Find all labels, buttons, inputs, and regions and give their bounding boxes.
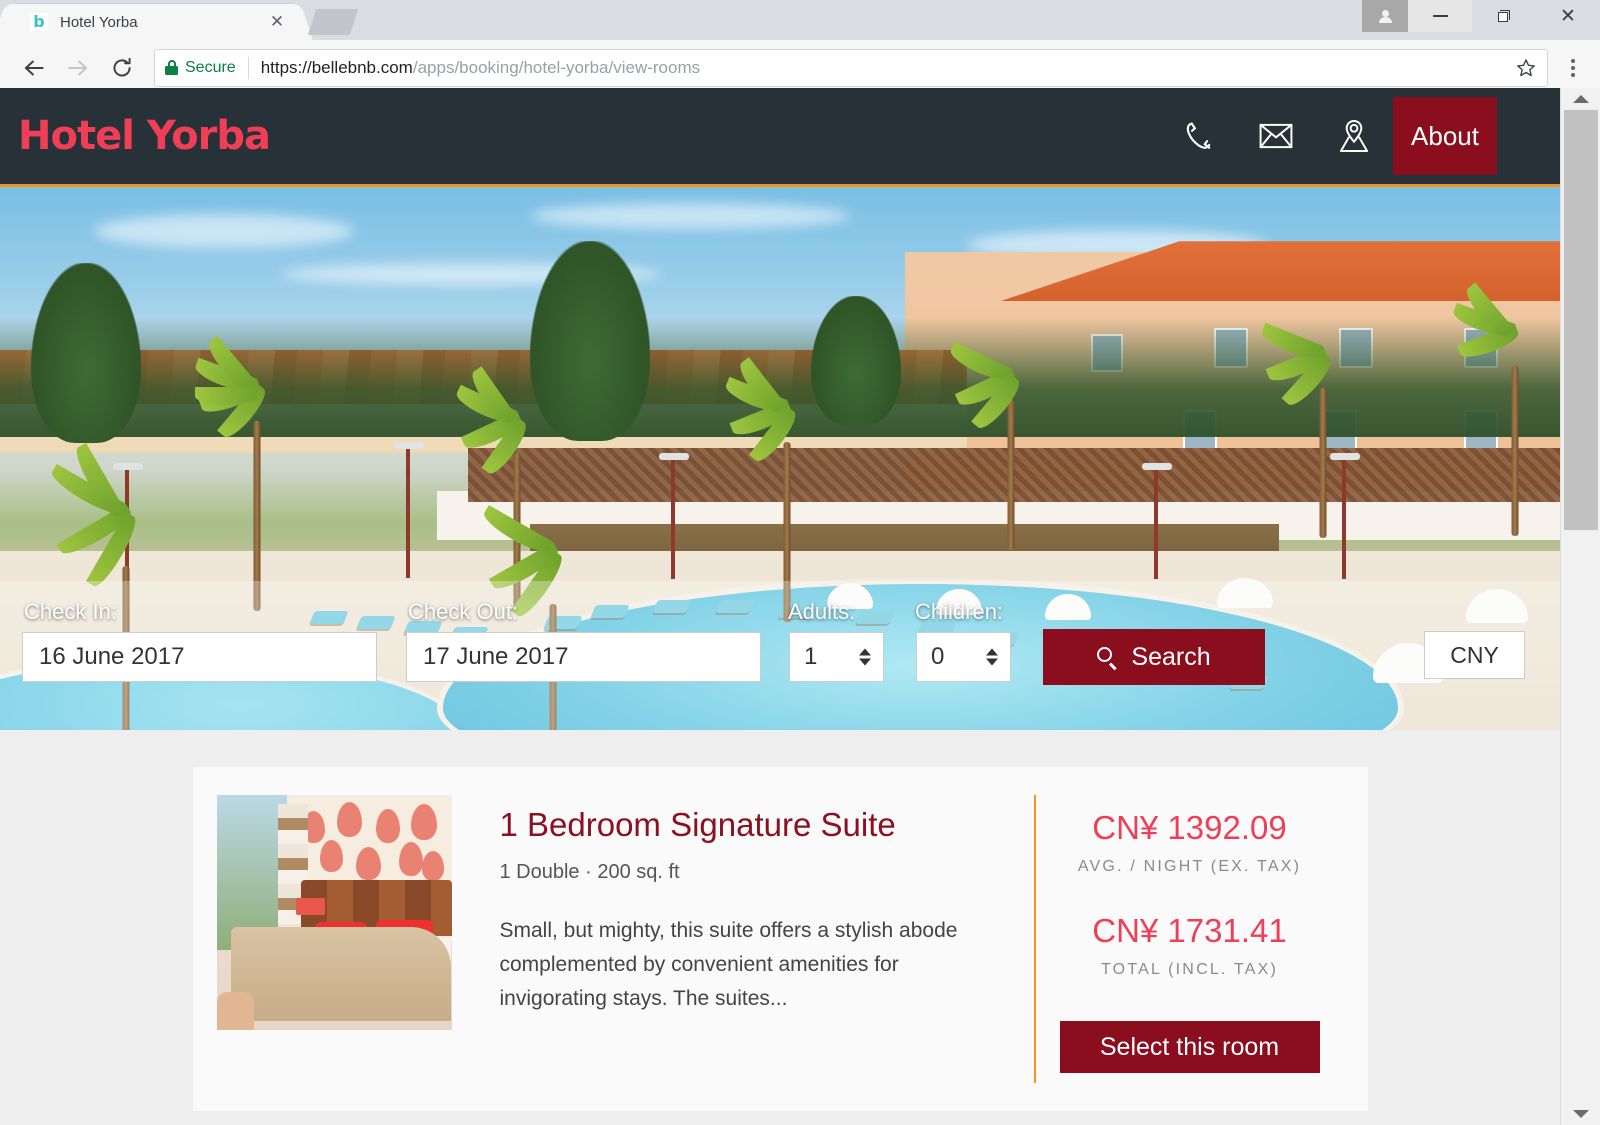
room-meta: 1 Double · 200 sq. ft xyxy=(499,861,680,884)
close-tab-icon[interactable]: ✕ xyxy=(266,13,288,31)
scroll-down-button[interactable] xyxy=(1561,1103,1600,1125)
booking-search-bar: Check In: 16 June 2017 Check Out: 17 Jun… xyxy=(0,581,1560,730)
url-domain: https://bellebnb.com xyxy=(260,57,413,77)
search-button-label: Search xyxy=(1131,642,1211,671)
back-button[interactable] xyxy=(12,46,56,90)
address-bar[interactable]: Secure https://bellebnb.com/apps/booking… xyxy=(154,48,1548,87)
back-arrow-icon xyxy=(24,60,44,75)
site-header: Hotel Yorba About xyxy=(0,88,1560,184)
palm-tree xyxy=(936,341,1086,550)
page-content: Hotel Yorba About Check In: 16 June 2017… xyxy=(0,88,1560,1125)
close-window-icon: ✕ xyxy=(1560,4,1576,27)
checkout-label: Check Out: xyxy=(408,599,519,624)
children-spinner-icon[interactable] xyxy=(986,648,998,666)
price-total-label: TOTAL (INCL. TAX) xyxy=(1101,961,1278,978)
room-details: 1 Bedroom Signature Suite 1 Double · 200… xyxy=(452,795,1034,1083)
mail-icon xyxy=(1259,123,1293,149)
phone-icon xyxy=(1186,122,1211,149)
room-pricing: CN¥ 1392.09 AVG. / NIGHT (EX. TAX) CN¥ 1… xyxy=(1033,795,1344,1083)
menu-dot xyxy=(1571,72,1575,77)
email-link[interactable] xyxy=(1237,121,1315,151)
palm-tree xyxy=(1248,322,1398,539)
site-logo[interactable]: Hotel Yorba xyxy=(18,116,271,156)
search-icon xyxy=(1097,647,1118,670)
pine-tree xyxy=(31,263,142,444)
room-title[interactable]: 1 Bedroom Signature Suite xyxy=(500,806,1008,843)
profile-button[interactable] xyxy=(1362,0,1408,32)
adults-label: Adults: xyxy=(788,599,856,624)
restore-icon xyxy=(1498,10,1510,22)
children-label: Children: xyxy=(915,599,1004,624)
maximize-button[interactable] xyxy=(1472,0,1536,32)
cloud xyxy=(93,214,354,249)
currency-select[interactable]: CNY xyxy=(1424,631,1525,679)
lamp-post xyxy=(658,452,689,579)
coral-motif xyxy=(375,809,400,844)
bed xyxy=(230,926,452,1021)
price-per-night-label: AVG. / NIGHT (EX. TAX) xyxy=(1077,858,1302,875)
minimize-icon xyxy=(1432,15,1448,17)
room-thumbnail[interactable] xyxy=(216,795,452,1030)
location-pin-icon xyxy=(1339,119,1369,153)
forward-arrow-icon xyxy=(68,60,88,75)
price-per-night: CN¥ 1392.09 xyxy=(1092,809,1287,846)
tab-strip: b Hotel Yorba ✕ ✕ xyxy=(0,0,1600,40)
window-controls: ✕ xyxy=(1362,0,1600,40)
lock-icon xyxy=(165,60,178,75)
search-button[interactable]: Search xyxy=(1043,629,1265,685)
armchair xyxy=(216,992,255,1030)
forward-button[interactable] xyxy=(56,46,100,90)
profile-avatar-icon xyxy=(1362,0,1408,32)
room-description: Small, but mighty, this suite offers a s… xyxy=(499,919,958,1011)
chevron-up-icon xyxy=(1573,95,1589,103)
address-divider xyxy=(247,56,249,79)
about-button[interactable]: About xyxy=(1393,97,1497,175)
favicon-icon: b xyxy=(30,13,48,31)
adults-value: 1 xyxy=(804,643,818,670)
browser-menu-button[interactable] xyxy=(1558,58,1588,77)
bedside-lamp xyxy=(296,898,325,915)
bookmark-star-icon[interactable] xyxy=(1515,57,1537,79)
header-nav: About xyxy=(1159,88,1560,184)
adults-spinner-icon[interactable] xyxy=(859,648,871,666)
close-window-button[interactable]: ✕ xyxy=(1536,0,1600,32)
room-card: 1 Bedroom Signature Suite 1 Double · 200… xyxy=(192,767,1368,1111)
url-text: https://bellebnb.com/apps/booking/hotel-… xyxy=(261,58,700,78)
lamp-post xyxy=(393,441,424,578)
minimize-button[interactable] xyxy=(1408,0,1472,32)
browser-tab[interactable]: b Hotel Yorba ✕ xyxy=(8,4,298,40)
palm-tree xyxy=(1435,282,1560,537)
tab-title: Hotel Yorba xyxy=(60,13,138,31)
browser-window: b Hotel Yorba ✕ ✕ Secure https://bellebn… xyxy=(0,0,1600,1125)
children-value: 0 xyxy=(931,643,945,670)
reload-button[interactable] xyxy=(100,46,144,90)
select-room-button[interactable]: Select this room xyxy=(1059,1021,1320,1073)
page-viewport: Hotel Yorba About Check In: 16 June 2017… xyxy=(0,88,1600,1125)
menu-dot xyxy=(1571,58,1575,63)
location-link[interactable] xyxy=(1315,119,1393,153)
checkin-input[interactable]: 16 June 2017 xyxy=(22,632,377,682)
checkout-input[interactable]: 17 June 2017 xyxy=(406,632,761,682)
scrollbar-thumb[interactable] xyxy=(1564,110,1598,530)
lamp-post xyxy=(1142,463,1173,580)
chevron-down-icon xyxy=(1573,1110,1589,1118)
hero-banner: Check In: 16 June 2017 Check Out: 17 Jun… xyxy=(0,184,1560,730)
url-path: /apps/booking/hotel-yorba/view-rooms xyxy=(412,57,701,77)
price-total: CN¥ 1731.41 xyxy=(1092,912,1287,949)
phone-link[interactable] xyxy=(1159,119,1237,153)
reload-icon xyxy=(113,57,131,76)
new-tab-button[interactable] xyxy=(307,9,359,35)
security-label: Secure xyxy=(185,58,236,76)
page-scrollbar[interactable] xyxy=(1560,88,1600,1125)
adults-stepper[interactable]: 1 xyxy=(789,632,884,682)
room-list: 1 Bedroom Signature Suite 1 Double · 200… xyxy=(0,730,1560,1125)
scroll-up-button[interactable] xyxy=(1561,88,1600,110)
checkin-label: Check In: xyxy=(24,599,117,624)
children-stepper[interactable]: 0 xyxy=(916,632,1011,682)
menu-dot xyxy=(1571,65,1575,70)
